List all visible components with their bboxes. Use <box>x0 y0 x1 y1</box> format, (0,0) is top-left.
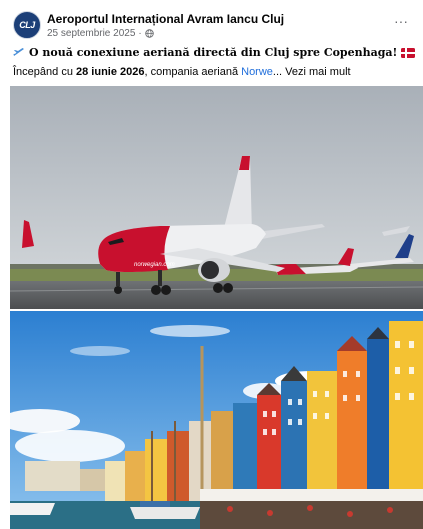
post-body: Începând cu 28 iunie 2026, compania aeri… <box>13 66 351 78</box>
airplane-icon <box>13 47 24 56</box>
plane-logo-text: norwegian.com <box>134 262 175 268</box>
avatar[interactable]: CLJ <box>13 11 41 39</box>
meta-separator: · <box>138 28 142 39</box>
post-header: CLJ Aeroportul Internațional Avram Iancu… <box>13 11 413 43</box>
city-illustration <box>10 311 423 529</box>
post-meta: 25 septembrie 2025 · <box>47 28 154 39</box>
globe-icon <box>145 29 154 38</box>
see-more-link[interactable]: Vezi mai mult <box>285 66 350 78</box>
body-middle: , compania aeriană <box>144 66 242 78</box>
avatar-label: CLJ <box>19 20 35 30</box>
post-date[interactable]: 25 septembrie 2025 <box>47 28 135 39</box>
body-ellipsis: ... <box>272 66 286 78</box>
headline-text: O nouă conexiune aeriană directă din Clu… <box>29 46 398 59</box>
photo-airplane[interactable]: norwegian.com <box>10 86 423 309</box>
airplane-illustration: norwegian.com <box>10 86 423 309</box>
photo-city[interactable] <box>10 311 423 529</box>
danish-flag-icon <box>401 47 416 58</box>
page-name[interactable]: Aeroportul Internațional Avram Iancu Clu… <box>47 12 284 26</box>
post-headline: O nouă conexiune aeriană directă din Clu… <box>13 46 416 59</box>
body-date: 28 iunie 2026 <box>76 66 145 78</box>
more-options-icon[interactable]: ··· <box>391 14 411 31</box>
body-prefix: Începând cu <box>13 66 76 78</box>
airline-link[interactable]: Norwe <box>241 66 273 78</box>
